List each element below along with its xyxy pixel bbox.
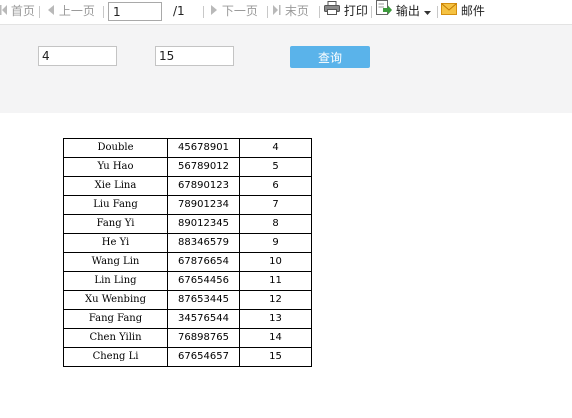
print-label: 打印 [343,4,368,18]
phone-cell: 56789012 [167,157,240,177]
phone-cell: 87653445 [167,290,240,310]
name-cell: Wang Lin [63,252,168,272]
toolbar-divider [39,6,40,18]
total-pages-label: /1 [173,4,185,18]
toolbar-divider [267,6,268,18]
phone-cell: 34576544 [167,309,240,329]
last-page-label: 末页 [284,4,309,18]
start-id-input[interactable] [38,46,117,66]
name-cell: Xie Lina [63,176,168,196]
next-page-button[interactable]: 下一页 [210,0,258,22]
table-row: Yu Hao 56789012 5 [63,157,312,177]
id-cell: 5 [239,157,312,177]
toolbar-divider [319,6,320,18]
table-row: Cheng Li 67654657 15 [63,347,312,367]
id-cell: 13 [239,309,312,329]
phone-cell: 67654657 [167,347,240,367]
table-row: Fang Yi 89012345 8 [63,214,312,234]
name-cell: Fang Yi [63,214,168,234]
mail-button[interactable]: 邮件 [441,0,485,22]
name-cell: Fang Fang [63,309,168,329]
name-cell: He Yi [63,233,168,253]
table-row: Wang Lin 67876654 10 [63,252,312,272]
toolbar-divider [371,6,372,18]
first-page-label: 首页 [10,4,35,18]
report-toolbar: 首页 上一页 /1 下一页 末页 打 [0,0,572,25]
id-cell: 10 [239,252,312,272]
phone-cell: 76898765 [167,328,240,348]
dropdown-caret-icon [423,0,431,22]
report-table-body: Double 45678901 4 Yu Hao 56789012 5 Xie Lina 67… [63,138,312,367]
printer-icon [324,0,340,22]
phone-cell: 67654456 [167,271,240,291]
id-cell: 7 [239,195,312,215]
id-cell: 14 [239,328,312,348]
prev-page-icon [47,0,55,22]
name-cell: Cheng Li [63,347,168,367]
query-button[interactable]: 查询 [290,46,370,68]
name-cell: Chen Yilin [63,328,168,348]
table-row: Liu Fang 78901234 7 [63,195,312,215]
id-cell: 9 [239,233,312,253]
table-row: Double 45678901 4 [63,138,312,158]
next-page-label: 下一页 [221,4,258,18]
phone-cell: 78901234 [167,195,240,215]
table-row: He Yi 88346579 9 [63,233,312,253]
export-label: 输出 [395,4,420,18]
phone-cell: 67890123 [167,176,240,196]
table-row: Fang Fang 34576544 13 [63,309,312,329]
mail-label: 邮件 [460,4,485,18]
table-row: Xie Lina 67890123 6 [63,176,312,196]
print-button[interactable]: 打印 [324,0,368,22]
last-page-icon [273,0,281,22]
phone-cell: 67876654 [167,252,240,272]
toolbar-divider [103,6,104,18]
phone-cell: 89012345 [167,214,240,234]
id-cell: 15 [239,347,312,367]
id-cell: 11 [239,271,312,291]
page-number-input[interactable] [108,2,162,21]
id-cell: 12 [239,290,312,310]
first-page-icon [0,0,7,22]
phone-cell: 45678901 [167,138,240,158]
toolbar-divider [437,6,438,18]
table-row: Xu Wenbing 87653445 12 [63,290,312,310]
last-page-button[interactable]: 末页 [273,0,309,22]
phone-cell: 88346579 [167,233,240,253]
next-page-icon [210,0,218,22]
prev-page-label: 上一页 [58,4,95,18]
id-cell: 8 [239,214,312,234]
id-cell: 4 [239,138,312,158]
id-cell: 6 [239,176,312,196]
query-panel: 查询 [0,25,572,113]
name-cell: Lin Ling [63,271,168,291]
end-id-input[interactable] [155,46,234,66]
prev-page-button[interactable]: 上一页 [47,0,95,22]
name-cell: Yu Hao [63,157,168,177]
mail-icon [441,0,457,22]
toolbar-divider [203,6,204,18]
table-row: Chen Yilin 76898765 14 [63,328,312,348]
report-table: Double 45678901 4 Yu Hao 56789012 5 Xie Lina 67… [63,138,312,367]
table-row: Lin Ling 67654456 11 [63,271,312,291]
name-cell: Xu Wenbing [63,290,168,310]
export-icon [376,0,392,22]
name-cell: Liu Fang [63,195,168,215]
first-page-button[interactable]: 首页 [0,0,35,22]
name-cell: Double [63,138,168,158]
export-button[interactable]: 输出 [376,0,431,22]
